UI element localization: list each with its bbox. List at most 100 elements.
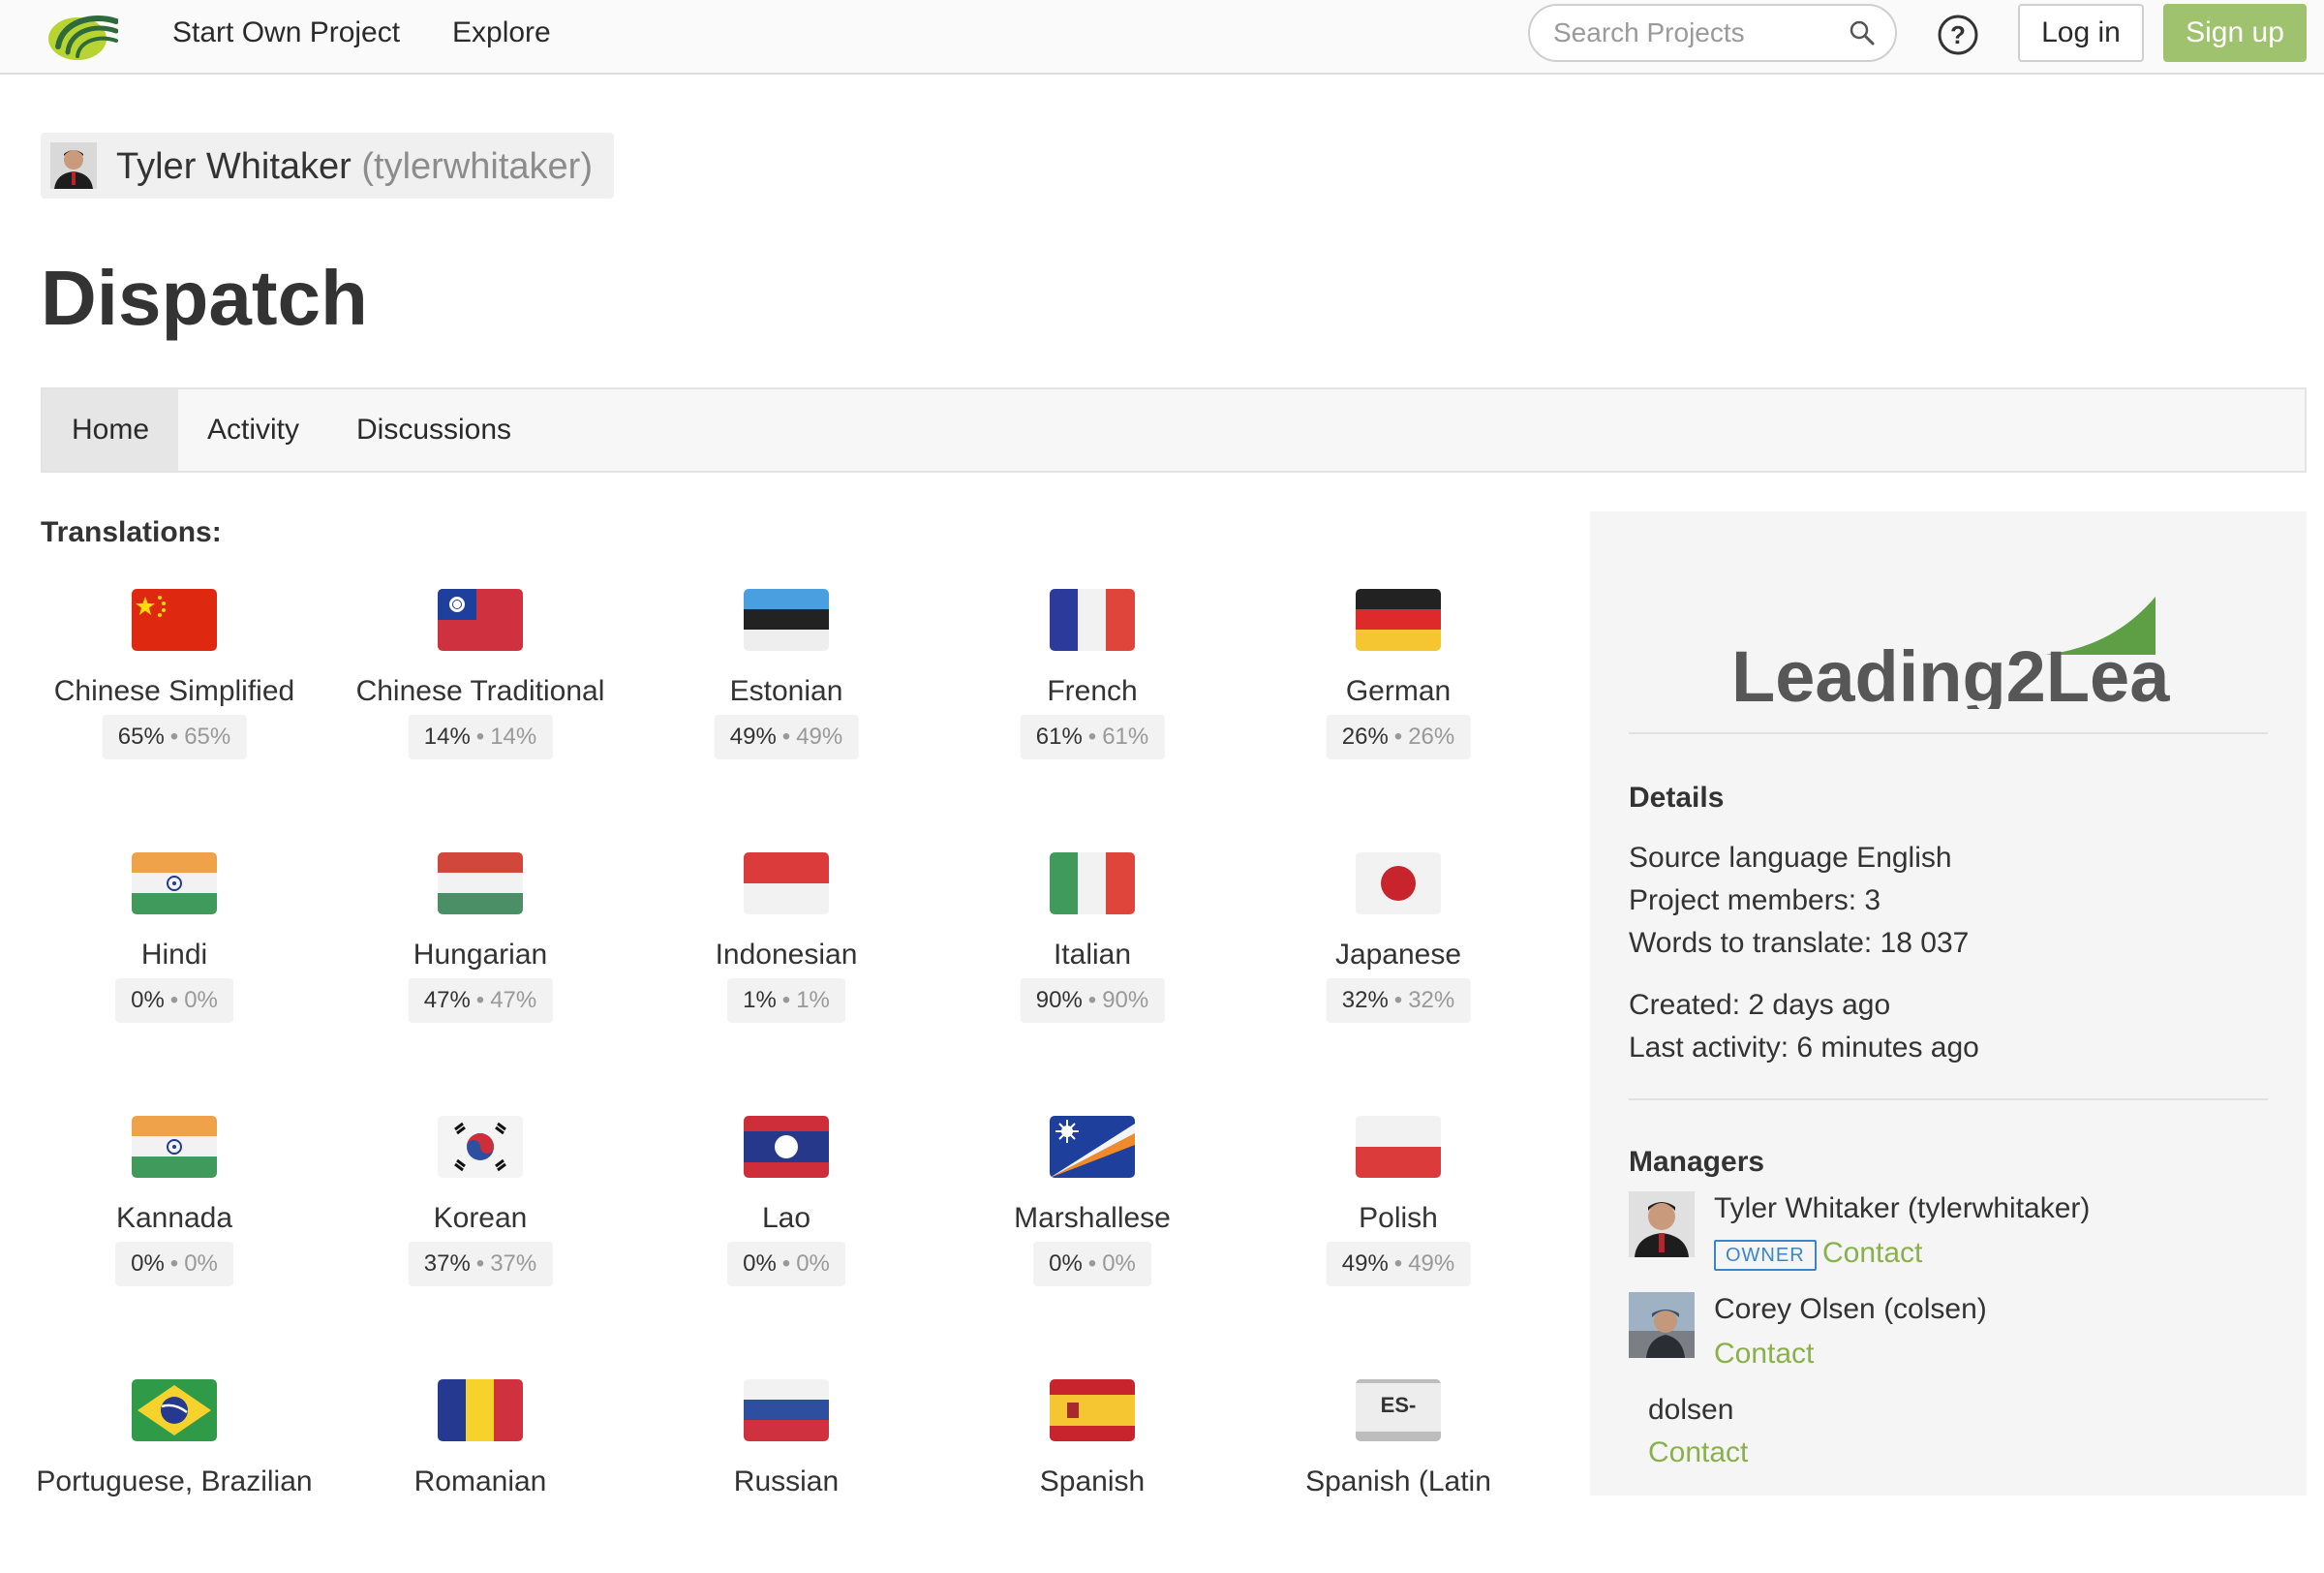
contact-link[interactable]: Contact	[1648, 1435, 1748, 1470]
avatar	[50, 142, 97, 189]
tab-activity[interactable]: Activity	[207, 389, 299, 471]
manager-name[interactable]: Tyler Whitaker (tylerwhitaker)	[1714, 1191, 2090, 1226]
owner-display-name: Tyler Whitaker	[116, 146, 352, 187]
flag-code-label: ES-	[1380, 1393, 1417, 1417]
language-card-korean[interactable]: Korean 37% • 37%	[327, 1116, 633, 1310]
language-name: Hindi	[140, 939, 208, 971]
manager-name[interactable]: dolsen	[1648, 1393, 1733, 1428]
flag-india-icon	[132, 852, 217, 914]
language-name: Marshallese	[1014, 1202, 1171, 1234]
avatar[interactable]	[1629, 1191, 1695, 1257]
search-icon[interactable]	[1849, 19, 1876, 46]
language-card-italian[interactable]: Italian 90% • 90%	[939, 852, 1245, 1046]
translated-percent: 0%	[131, 1250, 165, 1277]
divider	[1629, 1098, 2268, 1100]
progress-badge: 47% • 47%	[408, 978, 553, 1023]
progress-badge: 0% • 0%	[115, 978, 233, 1023]
language-card-lao[interactable]: Lao 0% • 0%	[633, 1116, 939, 1310]
project-owner-chip[interactable]: Tyler Whitaker (tylerwhitaker)	[41, 133, 614, 199]
separator-dot: •	[475, 1250, 485, 1277]
language-card-romanian[interactable]: Romanian	[327, 1379, 633, 1573]
language-card-estonian[interactable]: Estonian 49% • 49%	[633, 589, 939, 783]
signup-button[interactable]: Sign up	[2163, 4, 2307, 62]
language-card-hindi[interactable]: Hindi 0% • 0%	[21, 852, 327, 1046]
flag-romania-icon	[438, 1379, 523, 1441]
search-box[interactable]	[1528, 4, 1897, 62]
project-members: Project members: 3	[1629, 884, 1881, 916]
flag-russia-icon	[744, 1379, 829, 1441]
language-card-japanese[interactable]: Japanese 32% • 32%	[1245, 852, 1551, 1046]
nav-start-own-project[interactable]: Start Own Project	[172, 14, 400, 52]
top-navigation-bar: Start Own Project Explore ? Log in Sign …	[0, 0, 2324, 75]
approved-percent: 47%	[490, 987, 537, 1013]
language-card-chinese-simplified[interactable]: Chinese Simplified 65% • 65%	[21, 589, 327, 783]
language-name: Lao	[761, 1202, 811, 1234]
separator-dot: •	[1087, 987, 1097, 1013]
language-card-portuguese-brazilian[interactable]: Portuguese, Brazilian	[21, 1379, 327, 1573]
contact-link[interactable]: Contact	[1714, 1337, 1814, 1372]
approved-percent: 90%	[1102, 987, 1149, 1013]
progress-badge: 32% • 32%	[1326, 978, 1471, 1023]
translated-percent: 32%	[1341, 987, 1389, 1013]
language-card-spanish[interactable]: Spanish	[939, 1379, 1245, 1573]
translated-percent: 14%	[423, 724, 471, 750]
brand-logo-text: Leading2Lean	[1731, 636, 2171, 709]
nav-explore[interactable]: Explore	[452, 14, 551, 52]
language-card-marshallese[interactable]: Marshallese 0% • 0%	[939, 1116, 1245, 1310]
search-input[interactable]	[1553, 14, 1844, 52]
separator-dot: •	[1393, 987, 1403, 1013]
language-card-chinese-traditional[interactable]: Chinese Traditional 14% • 14%	[327, 589, 633, 783]
language-card-hungarian[interactable]: Hungarian 47% • 47%	[327, 852, 633, 1046]
tab-home[interactable]: Home	[43, 389, 178, 471]
help-icon[interactable]: ?	[1937, 14, 1979, 56]
translated-percent: 90%	[1035, 987, 1083, 1013]
approved-percent: 65%	[184, 724, 231, 750]
approved-percent: 49%	[796, 724, 843, 750]
login-button[interactable]: Log in	[2018, 4, 2144, 62]
last-activity: Last activity: 6 minutes ago	[1629, 1032, 1979, 1064]
language-name: French	[1047, 675, 1138, 707]
separator-dot: •	[169, 1250, 179, 1277]
progress-badge: 1% • 1%	[727, 978, 845, 1023]
language-name: Indonesian	[715, 939, 858, 971]
flag-china-icon	[132, 589, 217, 651]
separator-dot: •	[169, 987, 179, 1013]
svg-text:?: ?	[1950, 20, 1966, 49]
language-card-french[interactable]: French 61% • 61%	[939, 589, 1245, 783]
language-name: Estonian	[729, 675, 843, 707]
translated-percent: 26%	[1341, 724, 1389, 750]
avatar[interactable]	[1629, 1292, 1695, 1358]
created-date: Created: 2 days ago	[1629, 989, 1891, 1021]
manager-name[interactable]: Corey Olsen (colsen)	[1714, 1292, 1987, 1327]
translated-percent: 65%	[117, 724, 165, 750]
owner-badge: OWNER	[1714, 1240, 1817, 1271]
language-name: Hungarian	[413, 939, 548, 971]
translated-percent: 47%	[423, 987, 471, 1013]
language-name: Japanese	[1334, 939, 1462, 971]
language-name: Chinese Simplified	[53, 675, 295, 707]
language-card-kannada[interactable]: Kannada 0% • 0%	[21, 1116, 327, 1310]
translated-percent: 0%	[743, 1250, 777, 1277]
language-name: Korean	[433, 1202, 528, 1234]
translated-percent: 0%	[1049, 1250, 1083, 1277]
separator-dot: •	[1393, 1250, 1403, 1277]
approved-percent: 0%	[796, 1250, 830, 1277]
language-card-russian[interactable]: Russian	[633, 1379, 939, 1573]
language-card-german[interactable]: German 26% • 26%	[1245, 589, 1551, 783]
contact-link[interactable]: Contact	[1822, 1236, 1922, 1271]
language-name: Kannada	[115, 1202, 233, 1234]
logo-icon[interactable]	[45, 8, 118, 62]
approved-percent: 49%	[1408, 1250, 1455, 1277]
progress-badge: 0% • 0%	[727, 1242, 845, 1286]
language-card-indonesian[interactable]: Indonesian 1% • 1%	[633, 852, 939, 1046]
tab-discussions[interactable]: Discussions	[356, 389, 511, 471]
page-title: Dispatch	[41, 255, 368, 341]
progress-badge: 61% • 61%	[1020, 715, 1165, 759]
language-card-spanish-latin[interactable]: ES- Spanish (Latin	[1245, 1379, 1551, 1573]
language-card-polish[interactable]: Polish 49% • 49%	[1245, 1116, 1551, 1310]
translated-percent: 49%	[729, 724, 777, 750]
project-tabs: Home Activity Discussions	[41, 387, 2307, 473]
flag-estonia-icon	[744, 589, 829, 651]
flag-indonesia-icon	[744, 852, 829, 914]
flag-korea-icon	[438, 1116, 523, 1178]
